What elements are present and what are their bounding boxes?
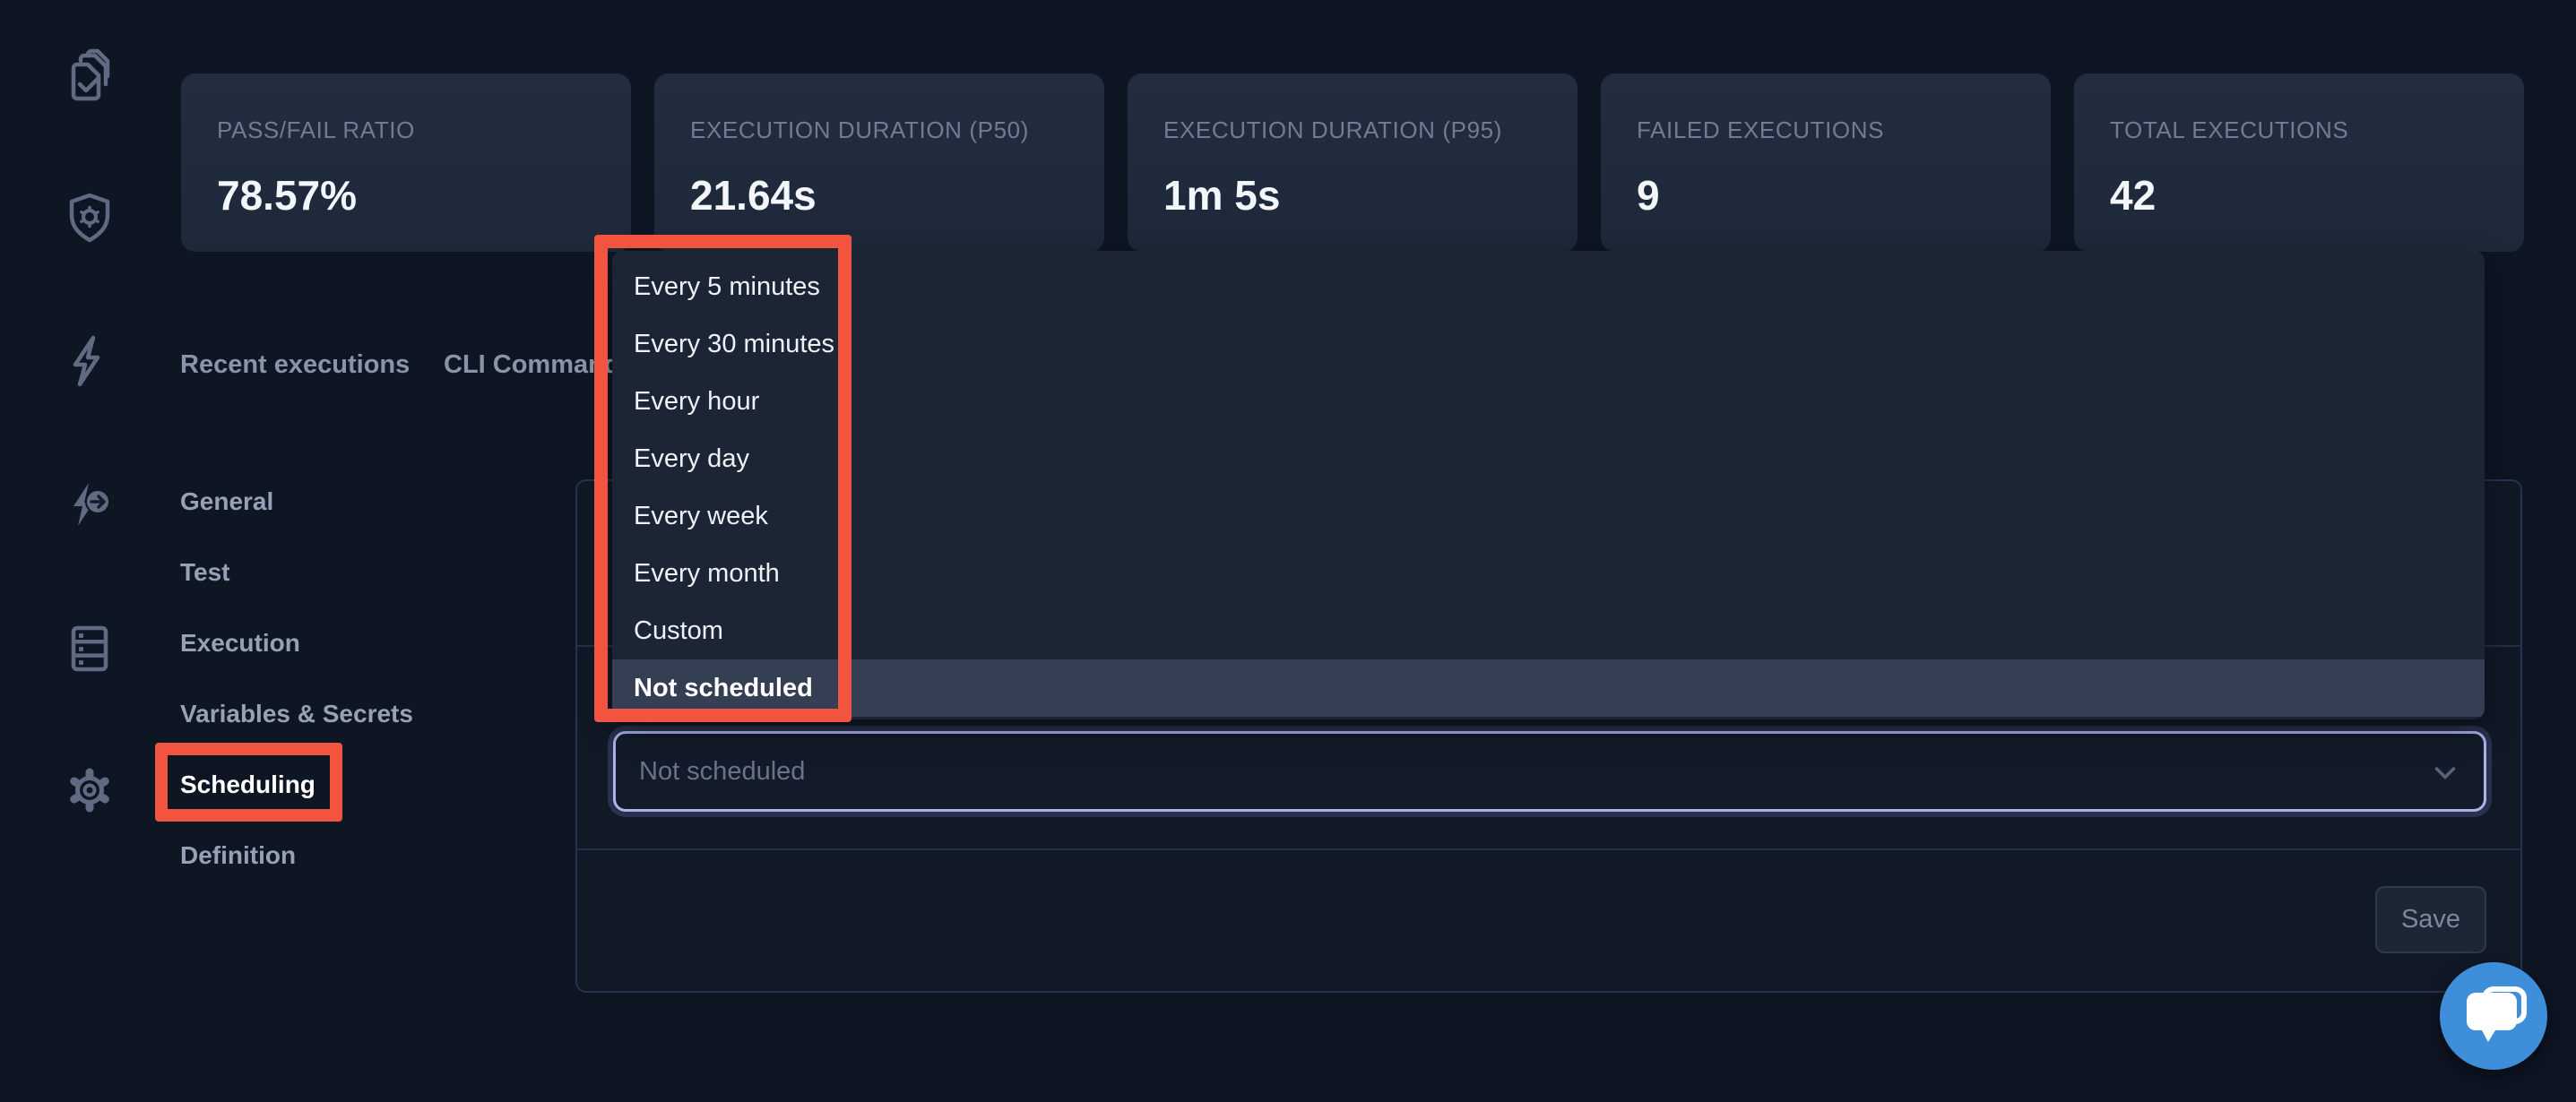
stat-card-label: EXECUTION DURATION (P50): [690, 116, 1068, 144]
shield-settings-icon[interactable]: [61, 190, 118, 247]
stat-card-label: PASS/FAIL RATIO: [217, 116, 595, 144]
chat-launcher-button[interactable]: [2440, 962, 2547, 1070]
sidebar-item-scheduling[interactable]: Scheduling: [180, 749, 413, 820]
dropdown-option-every-month[interactable]: Every month: [612, 545, 2485, 602]
schedule-select[interactable]: Not scheduled: [613, 731, 2486, 812]
dropdown-option-not-scheduled[interactable]: Not scheduled: [612, 659, 2485, 717]
dropdown-option-every-day[interactable]: Every day: [612, 430, 2485, 487]
stat-card-value: 9: [1637, 171, 2015, 220]
sidebar-item-general[interactable]: General: [180, 466, 413, 537]
stat-card-value: 78.57%: [217, 171, 595, 220]
tab-recent-executions[interactable]: Recent executions: [180, 349, 410, 381]
stat-card-value: 42: [2110, 171, 2488, 220]
tab-cli-commands[interactable]: CLI Commands: [444, 349, 635, 381]
sources-icon[interactable]: [61, 620, 118, 677]
schedule-dropdown-menu: Every 5 minutesEvery 30 minutesEvery hou…: [612, 251, 2485, 719]
chevron-down-icon: [2428, 755, 2462, 789]
dropdown-option-every-5-minutes[interactable]: Every 5 minutes: [612, 258, 2485, 315]
stat-card-label: EXECUTION DURATION (P95): [1163, 116, 1542, 144]
settings-nav: GeneralTestExecutionVariables & SecretsS…: [180, 466, 413, 891]
settings-icon[interactable]: [61, 762, 118, 819]
app-screen: PASS/FAIL RATIO 78.57% EXECUTION DURATION …: [0, 0, 2576, 1102]
chat-bubbles-icon: [2440, 962, 2547, 1070]
panel-footer-divider: [577, 848, 2520, 850]
dropdown-option-every-week[interactable]: Every week: [612, 487, 2485, 545]
stat-card: EXECUTION DURATION (P50) 21.64s: [654, 73, 1104, 252]
stats-row: PASS/FAIL RATIO 78.57% EXECUTION DURATION …: [181, 73, 2524, 252]
sidebar-item-definition[interactable]: Definition: [180, 820, 413, 891]
dropdown-option-every-hour[interactable]: Every hour: [612, 373, 2485, 430]
dropdown-option-every-30-minutes[interactable]: Every 30 minutes: [612, 315, 2485, 373]
stat-card-label: FAILED EXECUTIONS: [1637, 116, 2015, 144]
stat-card: FAILED EXECUTIONS 9: [1601, 73, 2051, 252]
stat-card: EXECUTION DURATION (P95) 1m 5s: [1128, 73, 1578, 252]
stat-card: PASS/FAIL RATIO 78.57%: [181, 73, 631, 252]
sidebar-item-test[interactable]: Test: [180, 537, 413, 607]
schedule-select-value: Not scheduled: [639, 734, 805, 809]
sidebar-item-variables-secrets[interactable]: Variables & Secrets: [180, 678, 413, 749]
triggers-icon[interactable]: [61, 478, 118, 535]
save-button[interactable]: Save: [2375, 886, 2486, 953]
test-suites-icon[interactable]: [61, 47, 118, 104]
stat-card-label: TOTAL EXECUTIONS: [2110, 116, 2488, 144]
stat-card-value: 21.64s: [690, 171, 1068, 220]
stat-card: TOTAL EXECUTIONS 42: [2074, 73, 2524, 252]
dropdown-option-custom[interactable]: Custom: [612, 602, 2485, 659]
executions-icon[interactable]: [61, 332, 118, 390]
stat-card-value: 1m 5s: [1163, 171, 1542, 220]
sidebar-item-execution[interactable]: Execution: [180, 607, 413, 678]
